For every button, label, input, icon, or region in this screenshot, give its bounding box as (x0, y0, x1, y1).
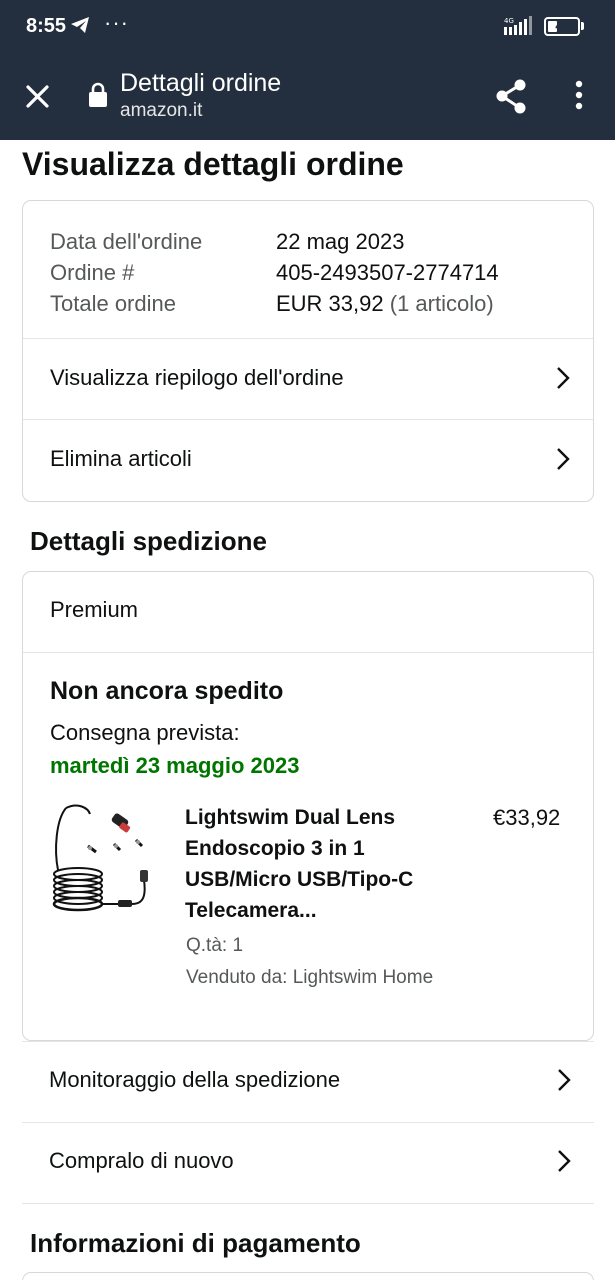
page-title: Visualizza dettagli ordine (22, 146, 404, 182)
product-seller: Venduto da: Lightswim Home (186, 967, 434, 988)
order-date-value: 22 mag 2023 (276, 229, 405, 254)
track-shipment-link[interactable]: Monitoraggio della spedizione (22, 1040, 594, 1120)
close-icon (26, 85, 49, 108)
chevron-right-icon (558, 1150, 571, 1172)
payment-heading: Informazioni di pagamento (30, 1228, 361, 1258)
divider (23, 652, 593, 653)
status-time: 8:55 (26, 15, 67, 37)
product-title-link[interactable]: Lightswim Dual Lens Endoscopio 3 in 1 US… (185, 802, 455, 926)
signal-icon: 4G (500, 15, 536, 42)
product-price: €33,92 (493, 805, 561, 830)
view-order-summary-label: Visualizza riepilogo dell'ordine (50, 365, 344, 390)
payment-card (22, 1272, 594, 1280)
chevron-right-icon (557, 367, 570, 389)
order-info: Data dell'ordine 22 mag 2023 Ordine # 40… (50, 226, 499, 319)
product-image[interactable] (48, 800, 158, 918)
order-date-label: Data dell'ordine (50, 229, 203, 254)
telegram-icon (70, 16, 90, 39)
status-more-dots: ··· (104, 10, 129, 35)
chevron-right-icon (558, 1069, 571, 1091)
shipment-status: Non ancora spedito (50, 677, 284, 705)
page-title-header: Dettagli ordine (120, 69, 282, 97)
order-date-row: Data dell'ordine 22 mag 2023 (50, 226, 499, 257)
delivery-estimate-label: Consegna prevista: (50, 720, 240, 745)
share-icon (496, 79, 526, 114)
order-number-label: Ordine # (50, 260, 135, 285)
delivery-estimate-date: martedì 23 maggio 2023 (50, 753, 300, 778)
order-total-label: Totale ordine (50, 291, 176, 316)
browser-toolbar: Dettagli ordine amazon.it (0, 54, 615, 140)
order-number-value: 405-2493507-2774714 (276, 260, 499, 285)
buy-again-label: Compralo di nuovo (49, 1148, 234, 1173)
shipping-method: Premium (50, 597, 139, 622)
network-type: 4G (504, 17, 514, 25)
order-total-value: EUR 33,92 (1 articolo) (276, 288, 494, 319)
url-domain[interactable]: amazon.it (120, 100, 202, 122)
order-summary-card: Data dell'ordine 22 mag 2023 Ordine # 40… (22, 200, 594, 502)
view-order-summary-link[interactable]: Visualizza riepilogo dell'ordine (23, 338, 593, 418)
battery-icon: 41 (544, 17, 580, 36)
track-shipment-label: Monitoraggio della spedizione (49, 1067, 341, 1092)
delete-items-label: Elimina articoli (50, 446, 192, 471)
status-bar: 8:55 ··· 4G 41 (0, 0, 615, 54)
more-options-button[interactable] (564, 77, 594, 117)
battery-level-text: 41 (555, 19, 569, 33)
delete-items-link[interactable]: Elimina articoli (23, 419, 593, 499)
buy-again-link[interactable]: Compralo di nuovo (22, 1121, 594, 1201)
chevron-right-icon (557, 448, 570, 470)
more-vert-icon (575, 80, 583, 110)
order-number-row: Ordine # 405-2493507-2774714 (50, 257, 499, 288)
shipment-card: Premium Non ancora spedito Consegna prev… (22, 571, 594, 1041)
close-button[interactable] (18, 77, 58, 117)
product-quantity: Q.tà: 1 (186, 935, 244, 956)
divider (22, 1203, 594, 1204)
order-total-items: (1 articolo) (389, 291, 494, 316)
battery-tip (581, 22, 584, 30)
order-total-amount: EUR 33,92 (276, 291, 384, 316)
lock-icon (88, 82, 108, 113)
shipment-heading: Dettagli spedizione (30, 526, 267, 556)
order-total-row: Totale ordine EUR 33,92 (1 articolo) (50, 288, 499, 319)
share-button[interactable] (490, 75, 534, 119)
